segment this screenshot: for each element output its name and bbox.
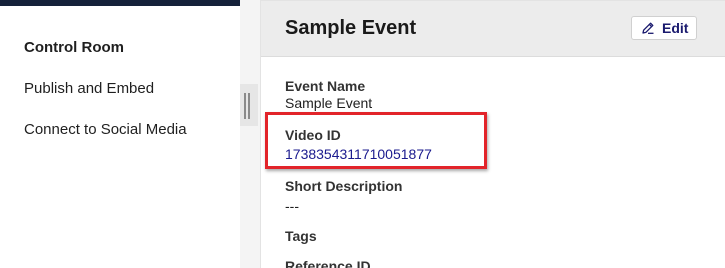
panel-resize-handle[interactable] bbox=[240, 84, 258, 126]
event-name-label: Event Name bbox=[285, 78, 366, 94]
panel-header: Sample Event Edit bbox=[261, 1, 725, 57]
event-name-value: Sample Event bbox=[285, 95, 373, 111]
sidebar-item-connect-social[interactable]: Connect to Social Media bbox=[24, 121, 187, 138]
app-root: Control Room Publish and Embed Connect t… bbox=[0, 0, 725, 268]
short-description-value: --- bbox=[285, 198, 299, 214]
grip-line bbox=[244, 93, 246, 119]
page-title: Sample Event bbox=[285, 17, 417, 39]
sidebar: Control Room Publish and Embed Connect t… bbox=[0, 6, 240, 268]
pencil-icon bbox=[642, 22, 654, 34]
grip-line bbox=[248, 93, 250, 119]
sidebar-item-control-room[interactable]: Control Room bbox=[24, 39, 124, 56]
highlight-annotation bbox=[265, 112, 487, 169]
tags-label: Tags bbox=[285, 228, 317, 244]
short-description-label: Short Description bbox=[285, 178, 403, 194]
reference-id-label: Reference ID bbox=[285, 258, 371, 268]
edit-button[interactable]: Edit bbox=[631, 16, 697, 40]
sidebar-item-publish-and-embed[interactable]: Publish and Embed bbox=[24, 80, 154, 97]
edit-label: Edit bbox=[662, 20, 689, 36]
